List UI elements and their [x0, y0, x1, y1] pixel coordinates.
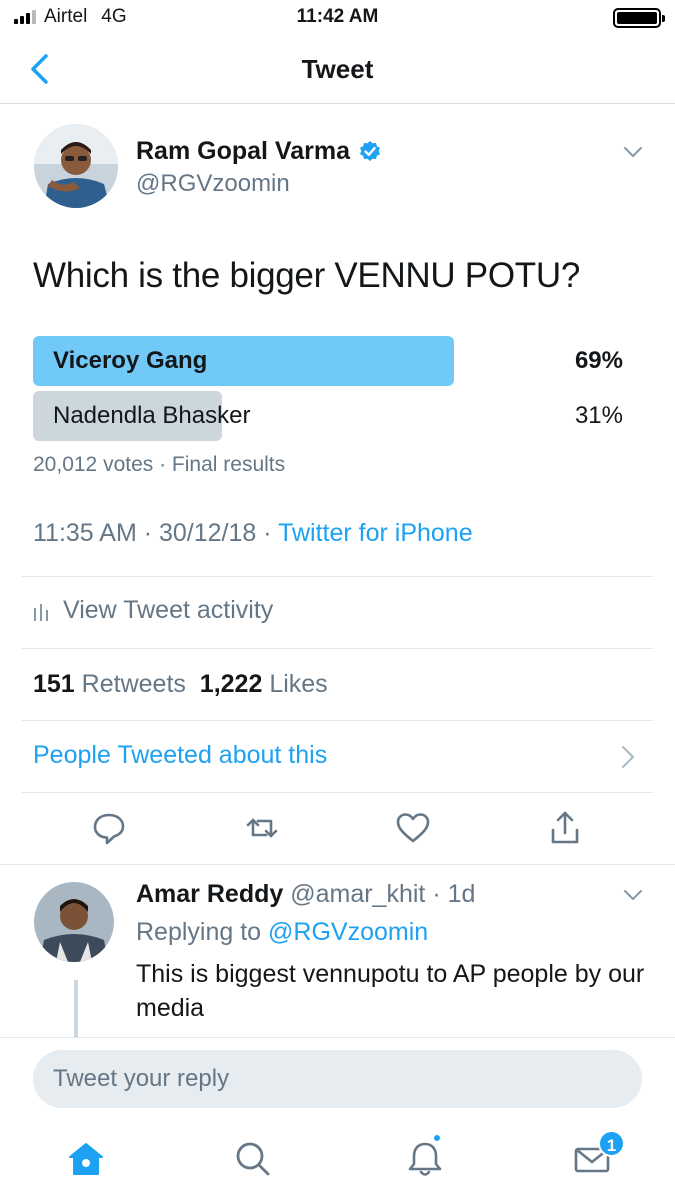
retweets-label: Retweets	[81, 670, 186, 698]
author-name-row: Ram Gopal Varma	[136, 137, 382, 166]
thread-line	[74, 980, 78, 1038]
poll-option-label: Nadendla Bhasker	[53, 402, 251, 429]
author-handle[interactable]: @RGVzoomin	[136, 170, 290, 198]
tweet-options-chevron-icon[interactable]	[622, 145, 644, 159]
poll-option-percent: 69%	[574, 347, 623, 374]
replying-to: Replying to @RGVzoomin	[136, 918, 428, 947]
view-activity-label: View Tweet activity	[63, 596, 274, 624]
nav-bar: Tweet	[0, 36, 675, 104]
share-icon[interactable]	[545, 808, 585, 848]
poll-option-2: Nadendla Bhasker 31%	[33, 391, 643, 441]
like-heart-icon[interactable]	[393, 808, 433, 848]
messages-badge: 1	[598, 1130, 625, 1157]
reply-composer	[0, 1037, 675, 1123]
tweet-text: Which is the bigger VENNU POTU?	[33, 256, 580, 295]
author-name[interactable]: Ram Gopal Varma	[136, 137, 350, 166]
page-title: Tweet	[301, 54, 374, 84]
reply-header: Amar Reddy @amar_khit · 1d	[136, 880, 475, 909]
reply-author-handle[interactable]: @amar_khit	[290, 880, 425, 908]
divider	[0, 864, 675, 865]
divider	[22, 720, 653, 721]
likes-label: Likes	[269, 670, 328, 698]
source-link[interactable]: Twitter for iPhone	[278, 519, 473, 547]
search-icon[interactable]	[231, 1137, 275, 1181]
home-icon[interactable]	[64, 1137, 108, 1181]
status-bar: Airtel 4G 11:42 AM	[0, 0, 675, 36]
divider	[22, 792, 653, 793]
poll-option-percent: 31%	[574, 402, 623, 429]
engagement-counts: 151 Retweets 1,222 Likes	[33, 670, 328, 699]
likes-stat[interactable]: 1,222 Likes	[200, 670, 328, 698]
status-time: 11:42 AM	[296, 6, 379, 27]
reply-text: This is biggest vennupotu to AP people b…	[136, 960, 645, 1022]
retweet-icon[interactable]	[242, 808, 282, 848]
reply-author-name[interactable]: Amar Reddy	[136, 880, 283, 908]
retweets-count: 151	[33, 670, 75, 698]
tweet-timestamp: 11:35 AM · 30/12/18 · Twitter for iPhone	[33, 519, 473, 548]
tab-bar	[0, 1123, 675, 1200]
tweet-action-bar	[0, 808, 675, 848]
verified-badge-icon	[359, 140, 380, 161]
divider	[22, 648, 653, 649]
poll-meta: 20,012 votes · Final results	[33, 453, 286, 476]
timestamp-text: 11:35 AM · 30/12/18 ·	[33, 519, 279, 547]
replying-to-prefix: Replying to	[136, 918, 262, 946]
poll-option-label: Viceroy Gang	[53, 347, 208, 374]
author-avatar[interactable]	[34, 124, 118, 208]
reply-author-avatar[interactable]	[34, 882, 114, 962]
view-activity-button[interactable]: View Tweet activity	[33, 596, 273, 625]
people-tweeted-link[interactable]: People Tweeted about this	[33, 741, 327, 770]
reply-options-chevron-icon[interactable]	[622, 888, 644, 902]
reply-icon[interactable]	[89, 808, 129, 848]
chevron-right-icon	[622, 746, 634, 768]
battery-icon	[613, 8, 665, 28]
poll-option-1: Viceroy Gang 69%	[33, 336, 643, 386]
reply-age: · 1d	[432, 880, 476, 908]
divider	[22, 576, 653, 577]
reply-input[interactable]	[33, 1050, 642, 1108]
notifications-dot	[432, 1133, 442, 1143]
notifications-bell-icon[interactable]	[403, 1137, 447, 1181]
analytics-icon	[34, 603, 48, 621]
likes-count: 1,222	[199, 670, 263, 698]
replying-to-handle[interactable]: @RGVzoomin	[268, 918, 428, 946]
retweets-stat[interactable]: 151 Retweets	[33, 670, 186, 698]
